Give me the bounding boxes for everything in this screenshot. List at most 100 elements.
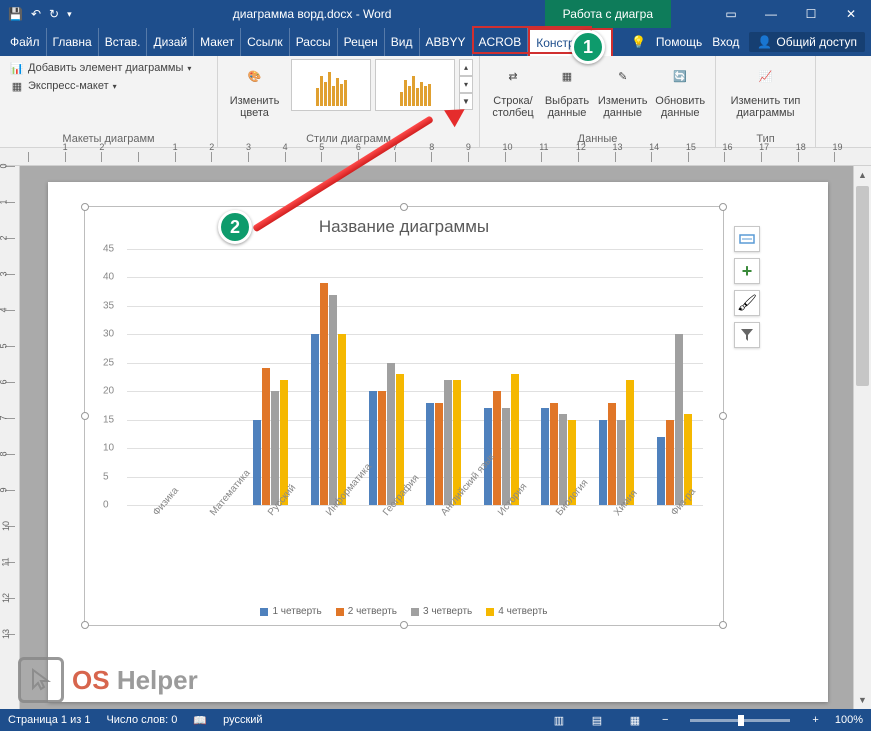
add-chart-element-button[interactable]: 📊 Добавить элемент диаграммы ▾ (6, 59, 211, 77)
scrollbar-thumb[interactable] (856, 186, 869, 386)
status-language[interactable]: русский (223, 714, 262, 726)
zoom-level[interactable]: 100% (835, 714, 863, 726)
row-col-label: Строка/ столбец (492, 95, 533, 119)
switch-row-col-icon: ⇄ (497, 61, 529, 93)
tab-insert[interactable]: Встав. (99, 28, 148, 56)
redo-icon[interactable]: ↻ (49, 7, 59, 21)
chart-elements-button[interactable]: + (734, 258, 760, 284)
tab-design[interactable]: Дизай (147, 28, 194, 56)
select-data-icon: ▦ (551, 61, 583, 93)
tab-acrobat[interactable]: ACROB (473, 28, 529, 56)
read-mode-button[interactable]: ▥ (548, 711, 570, 729)
gallery-up-button[interactable]: ▴ (459, 59, 473, 76)
chart-style-1[interactable] (291, 59, 371, 111)
spellcheck-icon[interactable]: 📖 (193, 714, 207, 727)
resize-handle[interactable] (400, 203, 408, 211)
title-bar: 💾 ↶ ↻ ▾ диаграмма ворд.docx - Word Работ… (0, 0, 871, 28)
tab-mailings[interactable]: Рассы (290, 28, 338, 56)
resize-handle[interactable] (719, 621, 727, 629)
cursor-icon (18, 657, 64, 703)
watermark-logo: OS Helper (18, 657, 198, 703)
ribbon-options-icon[interactable]: ▭ (711, 0, 751, 28)
tab-review[interactable]: Рецен (338, 28, 385, 56)
status-word-count[interactable]: Число слов: 0 (106, 714, 177, 726)
vertical-scrollbar[interactable]: ▲ ▼ (853, 166, 871, 709)
group-layouts-label: Макеты диаграмм (6, 131, 211, 147)
edit-data-button[interactable]: ✎ Изменить данные (594, 59, 651, 121)
change-chart-type-button[interactable]: 📈 Изменить тип диаграммы (722, 59, 809, 121)
refresh-data-icon: 🔄 (664, 61, 696, 93)
tell-me-label[interactable]: Помощь (656, 35, 702, 49)
tab-home[interactable]: Главна (47, 28, 99, 56)
tab-abbyy[interactable]: ABBYY (420, 28, 473, 56)
resize-handle[interactable] (81, 412, 89, 420)
resize-handle[interactable] (81, 203, 89, 211)
group-styles-label: Стили диаграмм (224, 131, 473, 147)
document-area: Название диаграммы 051015202530354045 Фи… (20, 166, 853, 709)
chart-styles-gallery: ▴ ▾ ▼ (291, 59, 473, 111)
quick-layout-button[interactable]: ▦ Экспресс-макет ▾ (6, 77, 211, 95)
add-element-label: Добавить элемент диаграммы (28, 62, 183, 74)
quick-layout-label: Экспресс-макет (28, 80, 109, 92)
edit-data-label: Изменить данные (598, 95, 648, 119)
web-layout-button[interactable]: ▦ (624, 711, 646, 729)
edit-data-icon: ✎ (607, 61, 639, 93)
chart-x-axis-labels: ФизикаМатематикаРусскийИнформатикаГеогра… (127, 505, 703, 575)
status-page[interactable]: Страница 1 из 1 (8, 714, 90, 726)
share-icon: 👤 (757, 35, 772, 49)
tab-layout[interactable]: Макет (194, 28, 241, 56)
tab-references[interactable]: Ссылк (241, 28, 290, 56)
gallery-down-button[interactable]: ▾ (459, 76, 473, 93)
refresh-data-label: Обновить данные (655, 95, 705, 119)
tell-me-icon[interactable]: 💡 (631, 35, 646, 49)
chart-legend[interactable]: 1 четверть2 четверть3 четверть4 четверть (85, 606, 723, 617)
watermark-os: OS (72, 665, 110, 695)
change-colors-icon: 🎨 (239, 61, 271, 93)
share-button[interactable]: 👤 Общий доступ (749, 32, 865, 52)
chart-styles-button[interactable]: 🖌 (734, 290, 760, 316)
select-data-button[interactable]: ▦ Выбрать данные (540, 59, 594, 121)
annotation-callout-2: 2 (218, 210, 252, 244)
save-icon[interactable]: 💾 (8, 7, 23, 21)
sign-in-link[interactable]: Вход (712, 35, 739, 49)
chart-tools-context-title: Работа с диагра (545, 0, 671, 28)
tab-view[interactable]: Вид (385, 28, 420, 56)
page: Название диаграммы 051015202530354045 Фи… (48, 182, 828, 702)
zoom-out-button[interactable]: − (662, 714, 668, 726)
undo-icon[interactable]: ↶ (31, 7, 41, 21)
chart-quick-buttons: + 🖌 (734, 226, 760, 348)
zoom-in-button[interactable]: + (812, 714, 818, 726)
minimize-button[interactable]: — (751, 0, 791, 28)
chart-layout-options-button[interactable] (734, 226, 760, 252)
qat-more-icon[interactable]: ▾ (67, 9, 72, 20)
print-layout-button[interactable]: ▤ (586, 711, 608, 729)
scroll-down-button[interactable]: ▼ (854, 691, 871, 709)
change-type-icon: 📈 (750, 61, 782, 93)
chart-title[interactable]: Название диаграммы (85, 207, 723, 241)
add-element-icon: 📊 (10, 61, 24, 75)
chart-object[interactable]: Название диаграммы 051015202530354045 Фи… (84, 206, 724, 626)
refresh-data-button[interactable]: 🔄 Обновить данные (651, 59, 709, 121)
tab-file[interactable]: Файл (0, 28, 47, 56)
status-bar: Страница 1 из 1 Число слов: 0 📖 русский … (0, 709, 871, 731)
maximize-button[interactable]: ☐ (791, 0, 831, 28)
chart-style-2[interactable] (375, 59, 455, 111)
close-button[interactable]: ✕ (831, 0, 871, 28)
resize-handle[interactable] (719, 412, 727, 420)
resize-handle[interactable] (719, 203, 727, 211)
scroll-up-button[interactable]: ▲ (854, 166, 871, 184)
ribbon: 📊 Добавить элемент диаграммы ▾ ▦ Экспрес… (0, 56, 871, 148)
zoom-slider[interactable] (690, 719, 790, 722)
watermark-helper: Helper (117, 665, 198, 695)
chart-filters-button[interactable] (734, 322, 760, 348)
chart-plot-area[interactable]: 051015202530354045 (127, 249, 703, 505)
resize-handle[interactable] (81, 621, 89, 629)
resize-handle[interactable] (400, 621, 408, 629)
change-colors-button[interactable]: 🎨 Изменить цвета (224, 59, 285, 121)
switch-row-column-button[interactable]: ⇄ Строка/ столбец (486, 59, 540, 121)
vertical-ruler[interactable]: 012345678910111213 (0, 166, 20, 709)
change-colors-label: Изменить цвета (228, 95, 281, 119)
horizontal-ruler[interactable]: 1212345678910111213141516171819 (0, 148, 871, 166)
group-data-label: Данные (486, 131, 709, 147)
change-type-label: Изменить тип диаграммы (726, 95, 805, 119)
